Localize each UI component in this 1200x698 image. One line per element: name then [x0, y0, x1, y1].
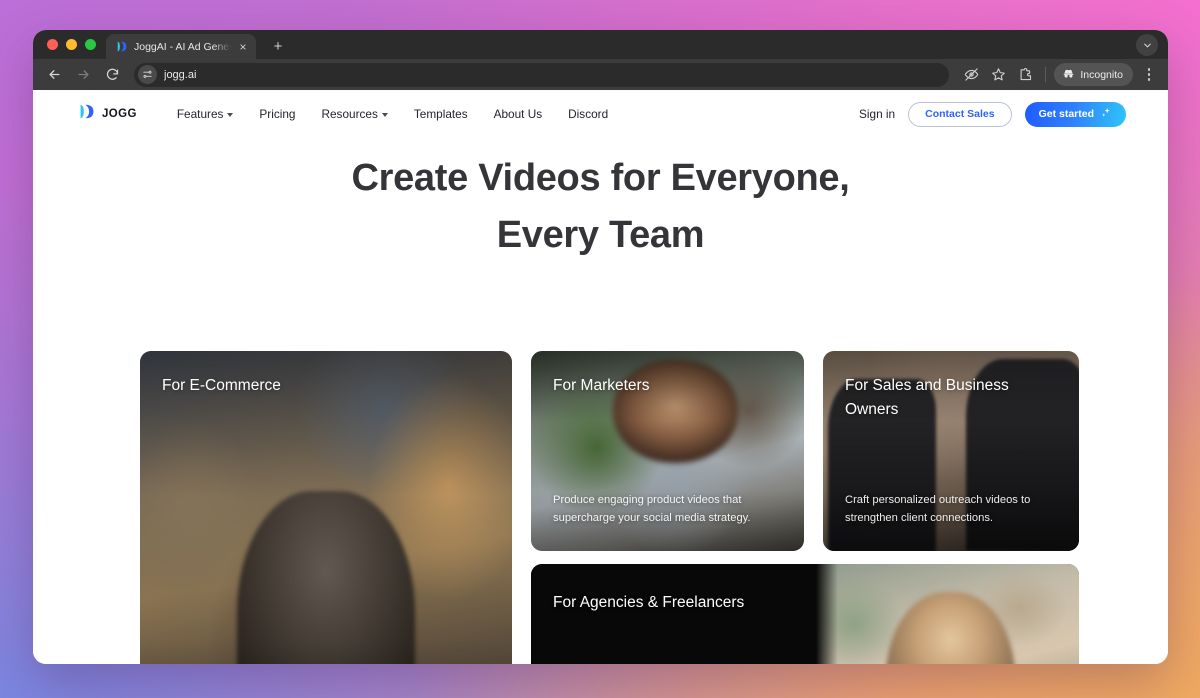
toolbar-divider — [1045, 67, 1047, 82]
browser-tab-active[interactable]: JoggAI - AI Ad Generator to C × — [106, 34, 256, 59]
nav-item-label: Resources — [321, 107, 378, 121]
brand-name: JOGG — [102, 108, 137, 120]
hero-section: Create Videos for Everyone, Every Team — [33, 138, 1168, 264]
chevron-down-icon[interactable] — [1136, 34, 1158, 56]
nav-item-discord[interactable]: Discord — [568, 107, 608, 121]
nav-item-label: Features — [176, 107, 224, 121]
hero-line-1: Create Videos for Everyone, — [351, 157, 850, 199]
chevron-down-icon — [381, 112, 388, 117]
nav-actions: Sign in Contact Sales Get started — [859, 101, 1126, 127]
reload-button[interactable] — [99, 62, 125, 88]
card-title: For E-Commerce — [162, 377, 281, 394]
nav-item-pricing[interactable]: Pricing — [259, 107, 295, 121]
chevron-down-icon — [227, 112, 234, 117]
brand-logo-link[interactable]: JOGG — [77, 102, 137, 126]
site-navbar: JOGG Features Pricing Resources Template… — [33, 90, 1168, 138]
close-tab-button[interactable]: × — [237, 41, 249, 53]
nav-item-resources[interactable]: Resources — [321, 107, 388, 121]
browser-tab-title: JoggAI - AI Ad Generator to C — [134, 40, 231, 53]
nav-item-features[interactable]: Features — [177, 107, 234, 121]
use-case-card-sales[interactable]: For Sales and Business Owners Craft pers… — [823, 351, 1079, 551]
tune-icon[interactable] — [138, 65, 157, 84]
sign-in-link[interactable]: Sign in — [859, 107, 895, 121]
use-case-card-e-commerce[interactable]: For E-Commerce Create captivating produc… — [140, 351, 512, 664]
puzzle-piece-icon[interactable] — [1013, 63, 1037, 87]
incognito-profile-button[interactable]: Incognito — [1054, 63, 1133, 86]
nav-item-label: Templates — [413, 107, 468, 121]
nav-item-label: About Us — [493, 107, 543, 121]
incognito-hat-icon — [1062, 67, 1075, 83]
nav-item-templates[interactable]: Templates — [414, 107, 468, 121]
star-icon[interactable] — [986, 63, 1010, 87]
new-tab-button[interactable]: + — [270, 39, 286, 54]
jogg-logo-icon — [77, 102, 96, 126]
forward-button[interactable] — [70, 62, 96, 88]
page-title: Create Videos for Everyone, Every Team — [33, 150, 1168, 264]
back-button[interactable] — [41, 62, 67, 88]
get-started-button[interactable]: Get started — [1024, 101, 1126, 127]
use-case-card-marketers[interactable]: For Marketers Produce engaging product v… — [531, 351, 804, 551]
nav-item-label: Pricing — [259, 107, 296, 121]
jogg-favicon — [115, 40, 128, 53]
address-bar-url: jogg.ai — [164, 68, 197, 81]
incognito-profile-label: Incognito — [1080, 68, 1123, 81]
card-description: Craft personalized outreach videos to st… — [845, 494, 1031, 524]
use-case-card-agencies[interactable]: For Agencies & Freelancers Boost your vi… — [531, 564, 1079, 664]
nav-item-about-us[interactable]: About Us — [494, 107, 543, 121]
window-traffic-lights — [43, 30, 106, 59]
eye-slash-icon[interactable] — [959, 63, 983, 87]
use-case-card-grid: For E-Commerce Create captivating produc… — [140, 351, 1079, 664]
nav-item-label: Discord — [568, 107, 609, 121]
primary-nav: Features Pricing Resources Templates Abo… — [177, 107, 608, 121]
card-title: For Sales and Business Owners — [845, 377, 1009, 418]
hero-line-2: Every Team — [496, 214, 705, 256]
card-title: For Agencies & Freelancers — [553, 594, 745, 611]
page-viewport: JOGG Features Pricing Resources Template… — [33, 90, 1168, 664]
browser-toolbar: jogg.ai Incognito — [33, 59, 1168, 90]
kebab-menu-icon[interactable] — [1139, 63, 1159, 87]
sparkle-icon — [1101, 107, 1112, 121]
maximize-window-button[interactable] — [85, 39, 96, 50]
browser-window: JoggAI - AI Ad Generator to C × + — [33, 30, 1168, 664]
card-description: Produce engaging product videos that sup… — [553, 494, 751, 524]
card-title: For Marketers — [553, 377, 650, 394]
close-window-button[interactable] — [47, 39, 58, 50]
minimize-window-button[interactable] — [66, 39, 77, 50]
contact-sales-button[interactable]: Contact Sales — [908, 101, 1012, 127]
tab-strip: JoggAI - AI Ad Generator to C × + — [33, 30, 1168, 59]
get-started-label: Get started — [1038, 108, 1094, 120]
address-bar[interactable]: jogg.ai — [134, 62, 950, 87]
